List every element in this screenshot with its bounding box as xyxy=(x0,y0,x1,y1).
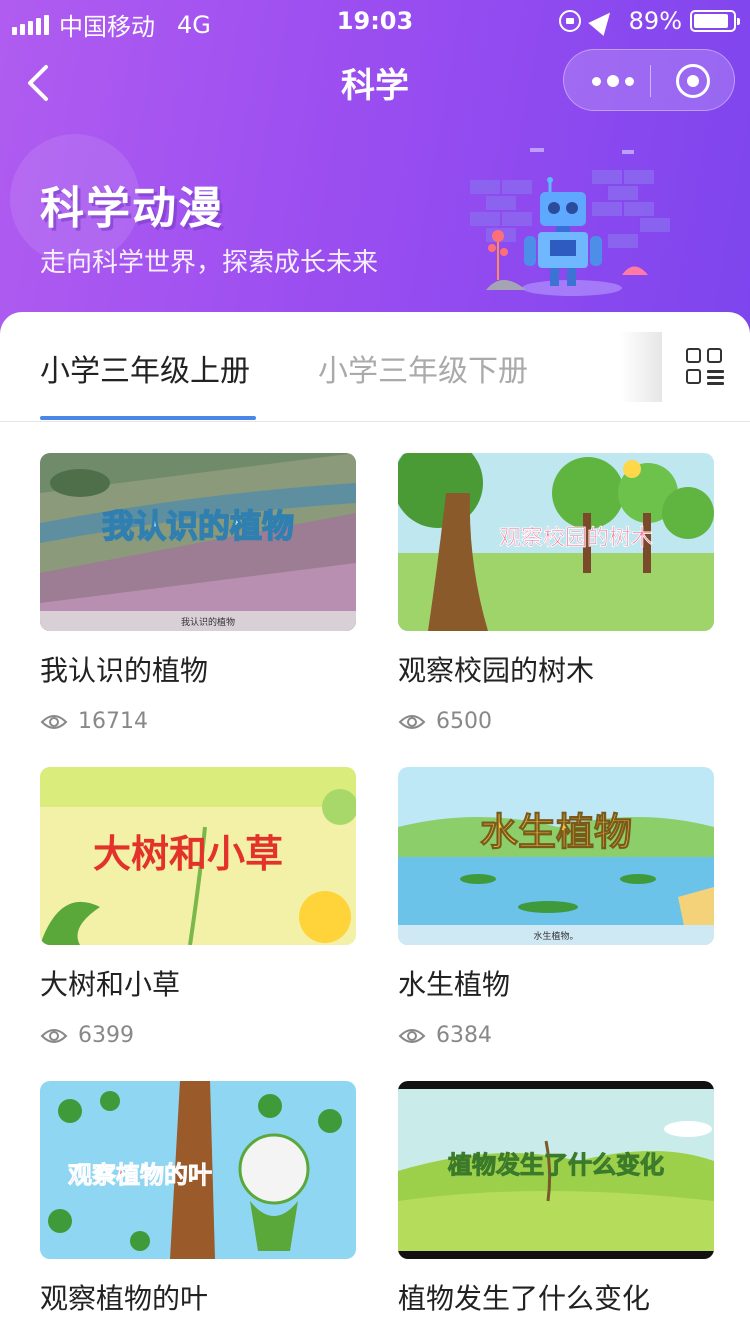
video-thumbnail[interactable]: 观察植物的叶 xyxy=(40,1081,356,1259)
eye-icon xyxy=(40,714,68,729)
video-card[interactable]: 观察植物的叶 观察植物的叶 xyxy=(40,1081,356,1317)
robot-illustration xyxy=(470,148,670,296)
banner-title: 科学动漫 xyxy=(40,183,224,234)
category-grid-button[interactable] xyxy=(686,348,724,386)
video-card[interactable]: 大树和小草 大树和小草 6399 xyxy=(40,767,356,1048)
video-thumbnail[interactable]: 水生植物 水生植物。 xyxy=(398,767,714,945)
thumbnail-subcaption: 我认识的植物 xyxy=(181,616,235,628)
thumbnail-caption: 观察校园的树木 xyxy=(499,526,653,551)
view-count-value: 16714 xyxy=(78,709,148,734)
battery-icon xyxy=(690,10,740,32)
tab-grade3-volume1[interactable]: 小学三年级上册 xyxy=(40,346,250,390)
list-line-icon xyxy=(707,382,724,385)
thumbnail-caption: 大树和小草 xyxy=(93,832,283,876)
thumbnail-subcaption: 水生植物。 xyxy=(533,930,578,942)
video-thumbnail[interactable]: 观察校园的树木 xyxy=(398,453,714,631)
mini-program-capsule xyxy=(563,49,735,111)
banner-subtitle: 走向科学世界，探索成长未来 xyxy=(40,248,379,278)
rotation-lock-icon xyxy=(558,10,581,32)
video-card[interactable]: 水生植物 水生植物。 水生植物 6384 xyxy=(398,767,714,1048)
grid-icon xyxy=(686,369,701,384)
video-title: 观察植物的叶 xyxy=(40,1282,209,1315)
more-dot-icon xyxy=(625,76,634,86)
grid-icon xyxy=(686,348,701,363)
video-thumbnail[interactable]: 我认识的植物 我认识的植物 xyxy=(40,453,356,631)
more-dot-icon xyxy=(592,76,601,86)
view-count: 16714 xyxy=(40,709,356,734)
view-count: 6384 xyxy=(398,1023,714,1048)
view-count: 6500 xyxy=(398,709,714,734)
capsule-divider xyxy=(650,65,651,97)
thumbnail-caption: 观察植物的叶 xyxy=(68,1161,212,1189)
video-thumbnail[interactable]: 大树和小草 xyxy=(40,767,356,945)
view-count-value: 6399 xyxy=(78,1023,134,1048)
active-tab-indicator xyxy=(40,416,256,420)
more-dot-icon xyxy=(607,75,619,87)
location-arrow-icon xyxy=(587,6,618,36)
list-line-icon xyxy=(707,370,724,373)
eye-icon xyxy=(40,1028,68,1043)
eye-icon xyxy=(398,714,426,729)
thumbnail-caption: 我认识的植物 xyxy=(102,507,294,545)
video-title: 水生植物 xyxy=(398,968,511,1001)
video-title: 观察校园的树木 xyxy=(398,654,595,687)
header: 中国移动 4G 19:03 89% 科学 科学动漫 走向科学世界，探索成长未来 xyxy=(0,0,750,340)
video-title: 植物发生了什么变化 xyxy=(398,1282,651,1315)
view-count-value: 6500 xyxy=(436,709,492,734)
video-thumbnail[interactable]: 植物发生了什么变化 xyxy=(398,1081,714,1259)
video-card[interactable]: 观察校园的树木 观察校园的树木 6500 xyxy=(398,453,714,734)
eye-icon xyxy=(398,1028,426,1043)
video-card[interactable]: 我认识的植物 我认识的植物 我认识的植物 16714 xyxy=(40,453,356,734)
view-count: 6399 xyxy=(40,1023,356,1048)
grid-icon xyxy=(707,348,722,363)
battery-percent: 89% xyxy=(628,7,682,35)
thumbnail-caption: 水生植物 xyxy=(480,810,632,854)
video-title: 大树和小草 xyxy=(40,968,181,1001)
tab-scroll-fade xyxy=(620,332,662,402)
list-line-icon xyxy=(707,376,724,379)
grade-tabs: 小学三年级上册 小学三年级下册 xyxy=(0,312,750,422)
status-bar: 中国移动 4G 19:03 89% xyxy=(0,0,750,41)
view-count-value: 6384 xyxy=(436,1023,492,1048)
video-card[interactable]: 植物发生了什么变化 植物发生了什么变化 xyxy=(398,1081,714,1317)
thumbnail-caption: 植物发生了什么变化 xyxy=(448,1151,664,1179)
more-button[interactable] xyxy=(592,71,634,91)
tab-grade3-volume2[interactable]: 小学三年级下册 xyxy=(318,346,528,390)
video-title: 我认识的植物 xyxy=(40,654,209,687)
content-panel: 小学三年级上册 小学三年级下册 我认识的植物 我认识的植物 我认识的植物 167… xyxy=(0,312,750,1334)
close-target-button[interactable] xyxy=(676,64,710,98)
